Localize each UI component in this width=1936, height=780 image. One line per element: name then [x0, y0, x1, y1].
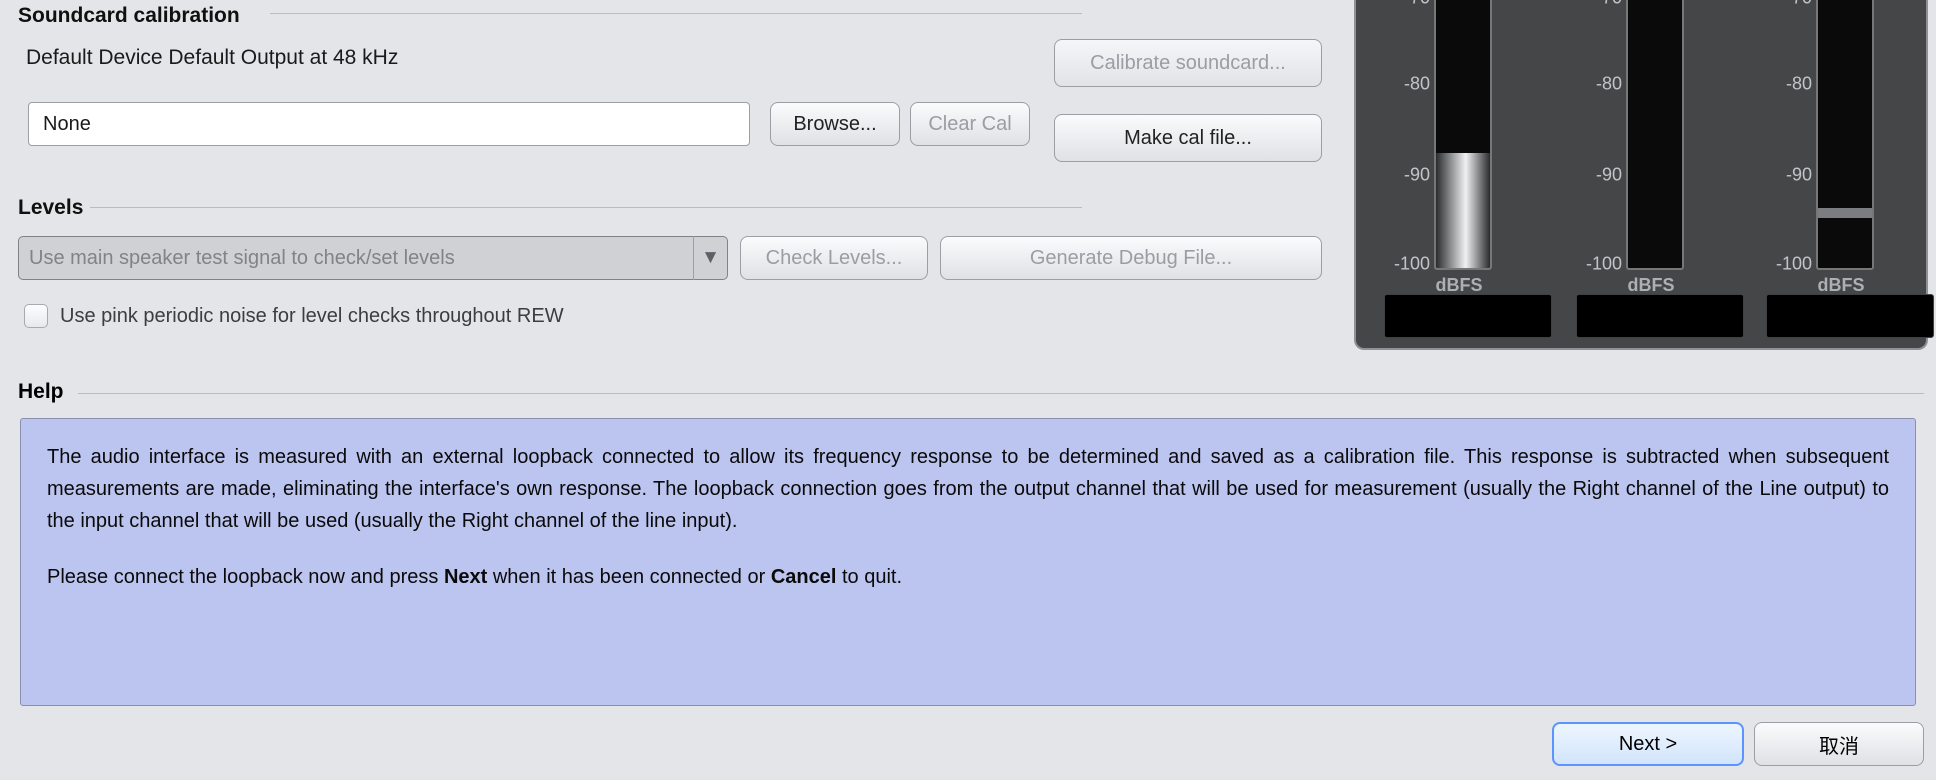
meter-1-unit: dBFS	[1374, 275, 1544, 296]
meter-3-ticks: -70-80-90-100	[1756, 0, 1812, 270]
meter-1-readout	[1384, 294, 1552, 338]
meters-panel: -70 -80 -90 -100 dBFS -70 -80 -90 -100 dBFS -7…	[1354, 0, 1928, 350]
meter-2-bar	[1626, 0, 1684, 270]
help-para1: The audio interface is measured with an …	[47, 441, 1889, 537]
meter-tick: -70	[1596, 0, 1622, 8]
meter-2-unit: dBFS	[1566, 275, 1736, 296]
pink-noise-label: Use pink periodic noise for level checks…	[60, 305, 564, 328]
meter-tick: -90	[1786, 165, 1812, 186]
help-para2-cancel: Cancel	[771, 566, 837, 588]
help-para2a: Please connect the loopback now and pres…	[47, 566, 444, 588]
meter-tick: -100	[1776, 254, 1812, 275]
soundcard-heading: Soundcard calibration	[0, 0, 1082, 30]
help-para2c: to quit.	[836, 566, 902, 588]
levels-signal-combo[interactable]: Use main speaker test signal to check/se…	[18, 236, 728, 280]
help-para2b: when it has been connected or	[487, 566, 771, 588]
cancel-button[interactable]: 取消	[1754, 722, 1924, 766]
meter-2: -70 -80 -90 -100 dBFS	[1566, 0, 1736, 324]
help-para2-next: Next	[444, 566, 487, 588]
meter-tick: -90	[1596, 165, 1622, 186]
help-para2: Please connect the loopback now and pres…	[47, 561, 1889, 593]
meter-1-ticks: -70-80-90-100	[1374, 0, 1430, 270]
meter-tick: -80	[1786, 73, 1812, 94]
meter-1: -70 -80 -90 -100 dBFS	[1374, 0, 1544, 324]
meter-tick: -80	[1596, 73, 1622, 94]
meter-3-unit: dBFS	[1756, 275, 1926, 296]
help-text-box: The audio interface is measured with an …	[20, 418, 1916, 706]
make-cal-file-button[interactable]: Make cal file...	[1054, 114, 1322, 162]
device-line: Default Device Default Output at 48 kHz	[0, 30, 1082, 70]
meter-tick: -100	[1586, 254, 1622, 275]
next-button[interactable]: Next >	[1552, 722, 1744, 766]
chevron-down-icon: ▼	[693, 236, 727, 280]
meter-3-bar	[1816, 0, 1874, 270]
divider	[78, 393, 1924, 394]
meter-3-readout	[1766, 294, 1934, 338]
meter-3: -70 -80 -90 -100 dBFS	[1756, 0, 1926, 324]
meter-tick: -90	[1404, 165, 1430, 186]
meter-2-ticks: -70-80-90-100	[1566, 0, 1622, 270]
browse-button[interactable]: Browse...	[770, 102, 900, 146]
pink-noise-checkbox[interactable]	[24, 304, 48, 328]
clear-cal-button: Clear Cal	[910, 102, 1030, 146]
levels-signal-combo-text: Use main speaker test signal to check/se…	[19, 247, 693, 270]
generate-debug-button: Generate Debug File...	[940, 236, 1322, 280]
calibrate-soundcard-button: Calibrate soundcard...	[1054, 39, 1322, 87]
meter-tick: -100	[1394, 254, 1430, 275]
meter-tick: -80	[1404, 73, 1430, 94]
divider	[90, 207, 1082, 208]
help-heading: Help	[18, 380, 64, 404]
levels-heading: Levels	[0, 194, 1082, 222]
divider	[270, 13, 1082, 14]
meter-tick: -70	[1404, 0, 1430, 8]
meter-1-bar	[1434, 0, 1492, 270]
levels-heading-text: Levels	[18, 196, 83, 219]
meter-2-readout	[1576, 294, 1744, 338]
cal-file-input[interactable]: None	[28, 102, 750, 146]
pink-noise-row[interactable]: Use pink periodic noise for level checks…	[0, 304, 1082, 328]
soundcard-heading-text: Soundcard calibration	[18, 4, 240, 27]
meter-tick: -70	[1786, 0, 1812, 8]
check-levels-button: Check Levels...	[740, 236, 928, 280]
